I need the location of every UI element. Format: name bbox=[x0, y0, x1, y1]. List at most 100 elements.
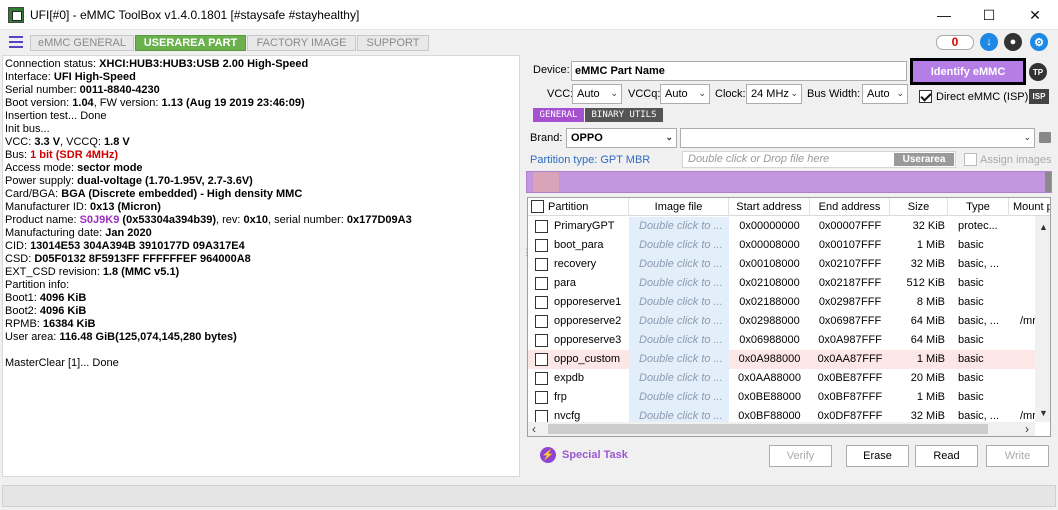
tab-emmc-general[interactable]: eMMC GENERAL bbox=[30, 35, 134, 51]
scroll-thumb[interactable] bbox=[548, 424, 988, 434]
log-line: Insertion test... Done bbox=[5, 110, 107, 122]
tab-support[interactable]: SUPPORT bbox=[357, 35, 429, 51]
column-type[interactable]: Type bbox=[948, 198, 1009, 216]
row-checkbox[interactable] bbox=[535, 372, 548, 385]
isp-icon[interactable]: ISP bbox=[1029, 89, 1049, 104]
maximize-button[interactable]: ☐ bbox=[966, 0, 1012, 30]
hamburger-menu-icon[interactable] bbox=[9, 36, 23, 48]
brand-label: Brand: bbox=[530, 132, 563, 144]
cell-name: para bbox=[554, 277, 577, 289]
cell-img[interactable]: Double click to ... bbox=[629, 255, 729, 274]
read-button[interactable]: Read bbox=[915, 445, 978, 467]
row-checkbox[interactable] bbox=[535, 239, 548, 252]
cell-mount bbox=[1020, 293, 1036, 312]
cell-end: 0x0A987FFF bbox=[818, 334, 882, 346]
table-row[interactable]: frp Double click to ... 0x0BE88000 0x0BF87F… bbox=[528, 388, 1036, 407]
cell-size: 32 KiB bbox=[912, 220, 945, 232]
verify-button[interactable]: Verify bbox=[769, 445, 832, 467]
table-row[interactable]: expdb Double click to ... 0x0AA88000 0x0BE8… bbox=[528, 369, 1036, 388]
download-icon[interactable]: ↓ bbox=[980, 33, 998, 51]
gear-icon[interactable]: ⚙ bbox=[1030, 33, 1048, 51]
table-row[interactable]: opporeserve1 Double click to ... 0x0218800… bbox=[528, 293, 1036, 312]
info-icon[interactable]: ● bbox=[1004, 33, 1022, 51]
row-checkbox[interactable] bbox=[535, 220, 548, 233]
bus-width-label: Bus Width: bbox=[807, 88, 861, 100]
subtab-binary-utils[interactable]: BINARY UTILS bbox=[585, 108, 663, 122]
assign-images-checkbox[interactable] bbox=[964, 153, 977, 166]
partition-map-segment[interactable] bbox=[533, 172, 559, 192]
column-mount-point[interactable]: Mount p bbox=[1009, 198, 1050, 216]
bus-width-select[interactable]: Auto ⌄ bbox=[862, 84, 908, 104]
cell-img[interactable]: Double click to ... bbox=[629, 217, 729, 236]
erase-button[interactable]: Erase bbox=[846, 445, 909, 467]
row-checkbox[interactable] bbox=[535, 258, 548, 271]
log-line: Serial number: 0011-8840-4230 bbox=[5, 84, 160, 96]
cell-type: basic bbox=[958, 277, 984, 289]
close-button[interactable]: ✕ bbox=[1012, 0, 1058, 30]
column-size[interactable]: Size bbox=[890, 198, 948, 216]
cell-mount: /mr bbox=[1020, 315, 1036, 327]
row-checkbox[interactable] bbox=[535, 315, 548, 328]
table-row[interactable]: boot_para Double click to ... 0x00008000 0x… bbox=[528, 236, 1036, 255]
firmware-select[interactable]: ⌄ bbox=[680, 128, 1035, 148]
brand-select[interactable]: OPPO ⌄ bbox=[566, 128, 677, 148]
cell-img[interactable]: Double click to ... bbox=[629, 274, 729, 293]
identify-emmc-button[interactable]: Identify eMMC bbox=[910, 58, 1026, 85]
row-checkbox[interactable] bbox=[535, 296, 548, 309]
row-checkbox[interactable] bbox=[535, 334, 548, 347]
cell-img[interactable]: Double click to ... bbox=[629, 388, 729, 407]
cell-img[interactable]: Double click to ... bbox=[629, 312, 729, 331]
column-start-address[interactable]: Start address bbox=[729, 198, 810, 216]
cell-img[interactable]: Double click to ... bbox=[629, 236, 729, 255]
tp-icon[interactable]: TP bbox=[1029, 63, 1047, 81]
cell-name: recovery bbox=[554, 258, 597, 270]
minimize-button[interactable]: — bbox=[921, 0, 967, 30]
cell-img[interactable]: Double click to ... bbox=[629, 331, 729, 350]
table-row[interactable]: para Double click to ... 0x02108000 0x02187… bbox=[528, 274, 1036, 293]
horizontal-scrollbar[interactable]: ‹ › bbox=[528, 422, 1035, 436]
cell-end: 0x02107FFF bbox=[818, 258, 882, 270]
partition-map-end bbox=[1045, 172, 1051, 192]
cell-type: basic bbox=[958, 372, 984, 384]
vcc-select[interactable]: Auto ⌄ bbox=[572, 84, 622, 104]
cell-mount bbox=[1020, 236, 1036, 255]
log-line: Partition info: bbox=[5, 279, 70, 291]
log-line: RPMB: 16384 KiB bbox=[5, 318, 96, 330]
column-end-address[interactable]: End address bbox=[810, 198, 890, 216]
lightning-icon: ⚡ bbox=[540, 447, 556, 463]
partition-map-bar[interactable] bbox=[526, 171, 1052, 193]
row-checkbox[interactable] bbox=[535, 353, 548, 366]
table-row[interactable]: oppo_custom Double click to ... 0x0A988000… bbox=[528, 350, 1036, 369]
cell-name: PrimaryGPT bbox=[554, 220, 615, 232]
select-all-checkbox[interactable] bbox=[531, 200, 544, 213]
log-line: Product name: S0J9K9 (0x53304a394b39), r… bbox=[5, 214, 412, 226]
tab-factory-image[interactable]: FACTORY IMAGE bbox=[247, 35, 356, 51]
folder-icon[interactable] bbox=[1039, 132, 1051, 143]
cell-name: opporeserve2 bbox=[554, 315, 622, 327]
scroll-right-icon: › bbox=[1025, 422, 1029, 436]
chevron-down-icon: ⌄ bbox=[665, 132, 673, 142]
cell-end: 0x06987FFF bbox=[818, 315, 882, 327]
direct-emmc-checkbox[interactable] bbox=[919, 90, 932, 103]
device-field[interactable]: eMMC Part Name bbox=[571, 61, 907, 81]
write-button[interactable]: Write bbox=[986, 445, 1049, 467]
table-row[interactable]: recovery Double click to ... 0x00108000 0x0… bbox=[528, 255, 1036, 274]
cell-img[interactable]: Double click to ... bbox=[629, 369, 729, 388]
table-row[interactable]: opporeserve2 Double click to ... 0x0298800… bbox=[528, 312, 1036, 331]
special-task-button[interactable]: ⚡ Special Task bbox=[540, 447, 628, 463]
tab-userarea-part[interactable]: USERAREA PART bbox=[135, 35, 246, 51]
subtab-general[interactable]: GENERAL bbox=[533, 108, 584, 122]
log-line: Boot1: 4096 KiB bbox=[5, 292, 87, 304]
cell-img[interactable]: Double click to ... bbox=[629, 350, 729, 369]
row-checkbox[interactable] bbox=[535, 391, 548, 404]
clock-select[interactable]: 24 MHz ⌄ bbox=[746, 84, 802, 104]
table-row[interactable]: PrimaryGPT Double click to ... 0x00000000 0… bbox=[528, 217, 1036, 236]
cell-img[interactable]: Double click to ... bbox=[629, 293, 729, 312]
column-image-file[interactable]: Image file bbox=[629, 198, 729, 216]
row-checkbox[interactable] bbox=[535, 277, 548, 290]
vertical-scrollbar[interactable]: ▲ ▼ bbox=[1035, 216, 1050, 422]
cell-size: 1 MiB bbox=[916, 391, 945, 403]
vccq-select[interactable]: Auto ⌄ bbox=[660, 84, 710, 104]
column-partition[interactable]: Partition bbox=[528, 198, 629, 216]
table-row[interactable]: opporeserve3 Double click to ... 0x0698800… bbox=[528, 331, 1036, 350]
